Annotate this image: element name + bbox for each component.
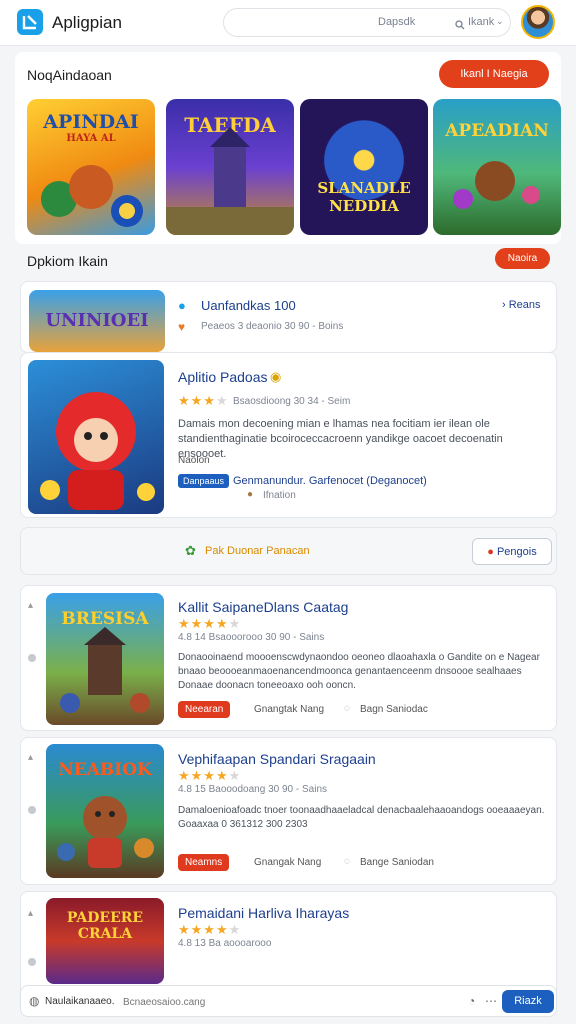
rating-stars: ★★★★★ <box>178 922 242 937</box>
avatar[interactable] <box>521 5 555 39</box>
item-stat: Gnangak Nang <box>254 857 322 868</box>
item-meta: Peaeos 3 deaonio 30 90 - Boins <box>201 321 344 332</box>
item-meta: Bsaosdioong 30 34 - Seim <box>233 396 351 407</box>
section-title: Dpkiom Ikain <box>27 253 108 269</box>
bookmark-icon[interactable]: ◌ <box>344 703 350 714</box>
item-title: Kallit SaipaneDlans Caatag <box>178 599 349 615</box>
item-label: Naolon <box>178 455 210 466</box>
bottom-input-bar: ◍ Naulaikanaaeo. ◔ ⋯ Riazk <box>20 985 557 1017</box>
item-thumbnail: BRESISA <box>46 593 164 725</box>
item-description: Damaloenioafoadc tnoer toonaadhaaeladcal… <box>178 805 545 830</box>
item-thumbnail: PADEERE CRALA <box>46 898 164 984</box>
item-thumbnail: UNINIOEI <box>29 290 165 352</box>
featured-tile[interactable]: SLANADLE NEDDIA <box>300 99 428 235</box>
top-header: Apligpian Dapsdk Ikank ⌄ <box>0 0 576 46</box>
featured-tile[interactable]: APEADIAN <box>433 99 561 235</box>
tile-art <box>166 127 294 235</box>
search-input[interactable]: Dapsdk Ikank ⌄ <box>223 8 511 37</box>
list-item[interactable]: ▴ NEABIOK Vephifaapan Spandari Sragaain … <box>20 737 557 885</box>
tile-art <box>41 165 143 227</box>
tile-title: SLANADLE NEDDIA <box>317 179 411 215</box>
emoji-icon[interactable]: ◔ <box>468 994 475 1008</box>
status-badge: Neamns <box>178 854 230 871</box>
status-badge: Danpaaus <box>178 474 230 488</box>
message-input[interactable] <box>123 993 453 1011</box>
clover-icon: ✿ <box>185 543 196 558</box>
app-logo[interactable] <box>17 9 43 35</box>
item-title: Vephifaapan Spandari Sragaain <box>178 751 376 767</box>
info-icon: ● <box>178 298 186 313</box>
item-thumbnail: NEABIOK <box>46 744 164 878</box>
item-link-label: Reans <box>508 299 541 311</box>
search-placeholder: Dapsdk <box>378 16 416 28</box>
item-meta: 4.8 15 Baooodoang 30 90 - Sains <box>178 784 328 795</box>
send-button[interactable]: Riazk <box>502 990 554 1013</box>
featured-tile[interactable]: APINDAI HAYA AL <box>27 99 155 235</box>
item-stat: Gnangtak Nang <box>254 704 325 715</box>
location-icon: ● <box>487 545 494 558</box>
promo-button-label: Pengois <box>496 545 537 558</box>
thumb-art <box>60 627 150 713</box>
item-subnote: Ifnation <box>263 490 296 501</box>
tag-icon: ● <box>247 489 254 500</box>
list-item[interactable]: Aplitio Padoas ◉ ★★★★ Bsaosdioong 30 34 … <box>20 352 557 518</box>
chevron-up-icon[interactable]: ▴ <box>28 908 33 919</box>
item-title: Aplitio Padoas <box>178 369 268 385</box>
thumb-title: UNINIOEI <box>45 310 149 331</box>
list-item[interactable]: ▴ BRESISA Kallit SaipaneDlans Caatag ★★★… <box>20 585 557 731</box>
heart-icon: ♥ <box>178 320 186 334</box>
list-bullet <box>28 806 36 814</box>
rating-stars: ★★★★ <box>178 393 229 408</box>
app-title: Apligpian <box>52 13 122 32</box>
featured-tile[interactable]: TAEFDA <box>166 99 294 235</box>
thumb-art <box>57 796 154 868</box>
item-stat: Bange Saniodan <box>360 857 434 868</box>
rating-stars: ★★★★★ <box>178 616 242 631</box>
bottom-label: Naulaikanaaeo. <box>45 996 115 1007</box>
section-header: Dpkiom Ikain Naoira <box>15 244 561 280</box>
list-item[interactable]: UNINIOEI ● Uanfandkas 100 ♥ Peaeos 3 dea… <box>20 281 557 353</box>
featured-section: NoqAindaoan Ikanl I Naegia APINDAI HAYA … <box>15 52 561 244</box>
search-button[interactable]: Ikank <box>468 16 494 28</box>
chevron-up-icon[interactable]: ▴ <box>28 752 33 763</box>
chevron-up-icon[interactable]: ▴ <box>28 600 33 611</box>
search-icon[interactable] <box>455 17 465 35</box>
featured-title: NoqAindaoan <box>27 67 112 83</box>
rating-stars: ★★★★★ <box>178 768 242 783</box>
bookmark-icon[interactable]: ◌ <box>344 856 350 867</box>
list-bullet <box>28 958 36 966</box>
chevron-down-icon[interactable]: ⌄ <box>496 16 504 27</box>
item-link[interactable]: › Reans <box>502 299 541 311</box>
more-icon[interactable]: ⋯ <box>485 994 497 1008</box>
attach-icon[interactable]: ◍ <box>29 994 39 1008</box>
item-meta: 4.8 13 Ba aoooarooo <box>178 938 272 949</box>
promo-banner: ✿ Pak Duonar Panacan ● Pengois <box>20 527 557 575</box>
list-bullet <box>28 654 36 662</box>
featured-button[interactable]: Ikanl I Naegia <box>439 60 549 88</box>
item-meta: 4.8 14 Bsaooorooo 30 90 - Sains <box>178 632 325 643</box>
item-title: Uanfandkas 100 <box>201 298 296 313</box>
coin-icon: ◉ <box>270 369 282 384</box>
item-description: Damais mon decoening mian e lhamas nea f… <box>178 418 503 460</box>
tile-art <box>453 161 540 209</box>
promo-button[interactable]: ● Pengois <box>472 538 552 565</box>
item-stat: Bagn Saniodac <box>360 704 428 715</box>
section-button[interactable]: Naoira <box>495 248 550 269</box>
promo-text: Pak Duonar Panacan <box>205 545 310 557</box>
character-art <box>40 392 155 510</box>
status-badge: Neearan <box>178 701 231 718</box>
item-description: Donaooinaend moooenscwdynaondoo oeoneo d… <box>178 652 540 691</box>
item-thumbnail <box>28 360 164 514</box>
thumb-title: PADEERE CRALA <box>66 910 144 942</box>
badge-note: Genmanundur. Garfenocet (Deganocet) <box>233 475 427 487</box>
item-title: Pemaidani Harliva Iharayas <box>178 905 350 921</box>
